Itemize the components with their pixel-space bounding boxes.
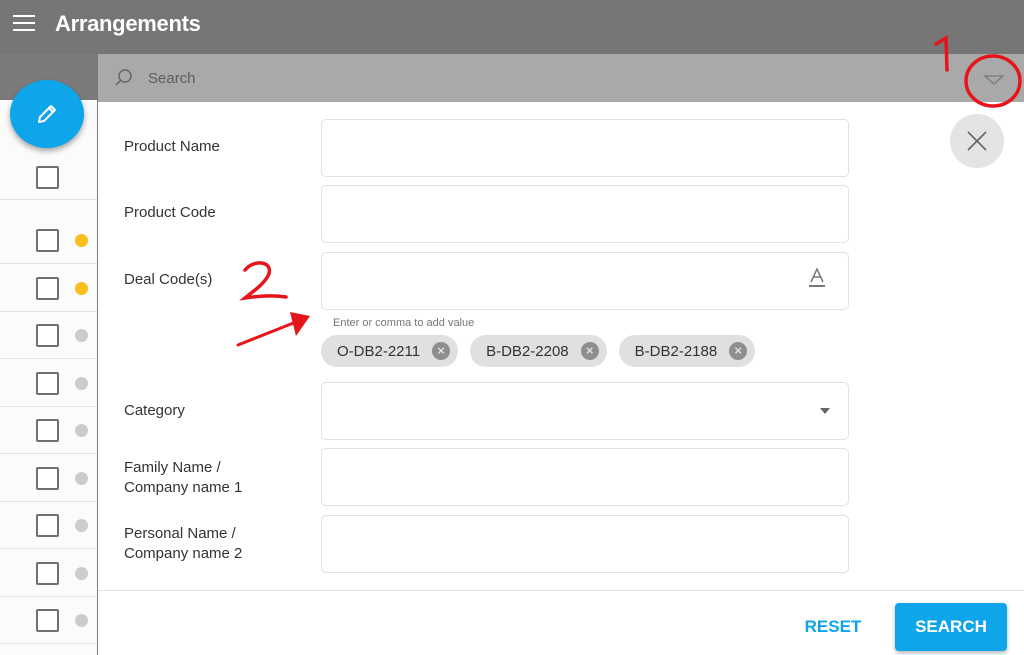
row-checkbox[interactable] [36,419,59,442]
status-dot-icon [75,566,88,580]
row-checkbox[interactable] [36,276,59,300]
family-name-label: Family Name / Company name 1 [124,458,242,498]
product-name-label: Product Name [124,138,220,155]
personal-name-label: Personal Name / Company name 2 [124,524,242,564]
personal-name-input[interactable] [321,515,849,573]
remove-chip-icon[interactable]: × [432,342,451,360]
row-checkbox[interactable] [36,609,59,632]
product-code-label: Product Code [124,204,216,221]
remove-chip-icon[interactable]: × [580,342,599,360]
remove-chip-icon[interactable]: × [729,342,748,360]
list-row[interactable] [0,454,97,502]
status-dot-icon [75,376,88,390]
label-line: Company name 1 [124,479,243,496]
chevron-down-icon[interactable] [820,408,830,414]
deal-codes-hint: Enter or comma to add value [333,317,475,329]
row-checkbox[interactable] [36,561,59,585]
search-icon [115,69,132,86]
search-input[interactable] [148,66,848,90]
list-row[interactable] [0,502,97,549]
triangle-down-icon[interactable] [982,68,1006,90]
label-line: Personal Name / [124,525,236,542]
app-header: Arrangements [0,0,1024,54]
row-checkbox[interactable] [36,371,59,395]
list-row[interactable] [0,264,97,312]
list-row[interactable] [0,217,97,264]
list-row[interactable] [0,549,97,597]
list-row[interactable] [0,597,97,644]
pencil-icon [38,105,56,123]
label-line: Company name 2 [124,545,243,562]
search-bar [98,54,1024,102]
select-all-row [0,152,97,200]
close-button[interactable] [950,114,1004,168]
select-all-checkbox[interactable] [36,166,59,189]
status-dot-icon [75,519,88,532]
edit-fab-button[interactable] [10,80,84,148]
family-name-input[interactable] [321,448,849,506]
status-dot-icon [75,281,88,295]
row-checkbox[interactable] [36,466,59,490]
deal-codes-input[interactable] [321,252,849,310]
category-label: Category [124,402,185,419]
hamburger-menu-icon[interactable] [13,14,35,32]
status-dot-icon [75,471,88,485]
close-icon [967,131,987,151]
deal-code-chips: O-DB2-2211 × B-DB2-2208 × B-DB2-2188 × [321,335,756,367]
row-checkbox[interactable] [36,229,59,252]
search-button[interactable]: SEARCH [895,603,1007,651]
list-row[interactable] [0,359,97,407]
status-dot-icon [75,424,88,437]
chip-label: O-DB2-2211 [337,342,421,360]
row-checkbox[interactable] [36,324,59,347]
category-select[interactable] [321,382,849,440]
label-line: Family Name / [124,459,221,476]
deal-code-chip: B-DB2-2188 × [618,335,756,367]
advanced-search-panel: Product Name Product Code Deal Code(s) E… [98,102,1024,655]
list-row[interactable] [0,312,97,359]
status-dot-icon [75,234,88,247]
reset-button[interactable]: RESET [788,605,878,649]
product-code-input[interactable] [321,185,849,243]
text-format-icon[interactable] [808,267,826,289]
deal-code-chip: O-DB2-2211 × [321,335,459,367]
deal-codes-label: Deal Code(s) [124,271,213,288]
page-title: Arrangements [55,11,201,36]
row-checkbox[interactable] [36,514,59,537]
list-row[interactable] [0,407,97,454]
footer-divider [98,590,1024,591]
status-dot-icon [75,614,88,627]
chip-label: B-DB2-2188 [634,342,718,360]
status-dot-icon [75,329,88,342]
product-name-input[interactable] [321,119,849,177]
chip-label: B-DB2-2208 [486,342,569,360]
deal-code-chip: B-DB2-2208 × [470,335,607,367]
